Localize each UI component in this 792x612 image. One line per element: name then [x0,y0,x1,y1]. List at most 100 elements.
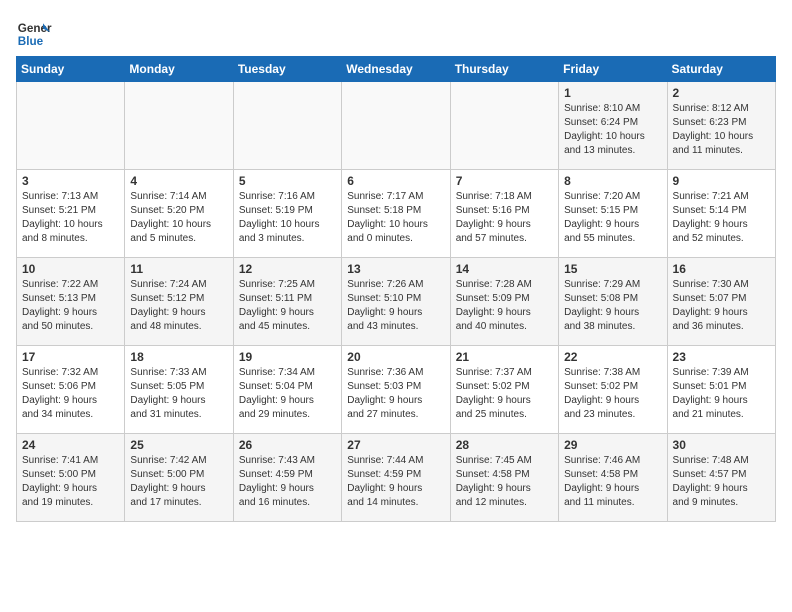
day-number: 4 [130,174,227,188]
day-number: 26 [239,438,336,452]
day-number: 7 [456,174,553,188]
day-number: 1 [564,86,661,100]
day-info: Sunrise: 7:32 AM Sunset: 5:06 PM Dayligh… [22,366,119,422]
day-info: Sunrise: 8:10 AM Sunset: 6:24 PM Dayligh… [564,102,661,158]
calendar-cell: 1 Sunrise: 8:10 AM Sunset: 6:24 PM Daylig… [559,82,667,170]
day-number: 16 [673,262,770,276]
calendar-week-4: 17 Sunrise: 7:32 AM Sunset: 5:06 PM Dayli… [17,346,776,434]
calendar-cell: 13 Sunrise: 7:26 AM Sunset: 5:10 PM Dayli… [342,258,450,346]
day-info: Sunrise: 7:43 AM Sunset: 4:59 PM Dayligh… [239,454,336,510]
calendar-cell: 5 Sunrise: 7:16 AM Sunset: 5:19 PM Daylig… [233,170,341,258]
calendar-cell: 27 Sunrise: 7:44 AM Sunset: 4:59 PM Dayli… [342,434,450,522]
svg-text:Blue: Blue [18,35,44,48]
calendar-cell: 20 Sunrise: 7:36 AM Sunset: 5:03 PM Dayli… [342,346,450,434]
calendar-cell: 18 Sunrise: 7:33 AM Sunset: 5:05 PM Dayli… [125,346,233,434]
calendar-cell: 30 Sunrise: 7:48 AM Sunset: 4:57 PM Dayli… [667,434,775,522]
day-info: Sunrise: 7:39 AM Sunset: 5:01 PM Dayligh… [673,366,770,422]
day-number: 22 [564,350,661,364]
day-info: Sunrise: 7:16 AM Sunset: 5:19 PM Dayligh… [239,190,336,246]
weekday-header-sunday: Sunday [17,57,125,82]
day-number: 20 [347,350,444,364]
day-info: Sunrise: 7:21 AM Sunset: 5:14 PM Dayligh… [673,190,770,246]
calendar-cell: 11Sunrise: 7:24 AM Sunset: 5:12 PM Dayli… [125,258,233,346]
weekday-header-wednesday: Wednesday [342,57,450,82]
day-info: Sunrise: 7:37 AM Sunset: 5:02 PM Dayligh… [456,366,553,422]
calendar-week-1: 1 Sunrise: 8:10 AM Sunset: 6:24 PM Daylig… [17,82,776,170]
day-info: Sunrise: 7:44 AM Sunset: 4:59 PM Dayligh… [347,454,444,510]
day-info: Sunrise: 7:48 AM Sunset: 4:57 PM Dayligh… [673,454,770,510]
day-info: Sunrise: 7:41 AM Sunset: 5:00 PM Dayligh… [22,454,119,510]
day-info: Sunrise: 7:28 AM Sunset: 5:09 PM Dayligh… [456,278,553,334]
calendar-cell: 10Sunrise: 7:22 AM Sunset: 5:13 PM Dayli… [17,258,125,346]
day-number: 18 [130,350,227,364]
day-number: 23 [673,350,770,364]
day-number: 3 [22,174,119,188]
day-info: Sunrise: 7:38 AM Sunset: 5:02 PM Dayligh… [564,366,661,422]
weekday-header-row: SundayMondayTuesdayWednesdayThursdayFrid… [17,57,776,82]
day-number: 27 [347,438,444,452]
day-info: Sunrise: 7:22 AM Sunset: 5:13 PM Dayligh… [22,278,119,334]
calendar-cell: 17 Sunrise: 7:32 AM Sunset: 5:06 PM Dayli… [17,346,125,434]
page-header: General Blue [16,16,776,52]
day-number: 30 [673,438,770,452]
calendar-cell [233,82,341,170]
calendar-cell [450,82,558,170]
day-info: Sunrise: 8:12 AM Sunset: 6:23 PM Dayligh… [673,102,770,158]
day-info: Sunrise: 7:34 AM Sunset: 5:04 PM Dayligh… [239,366,336,422]
day-info: Sunrise: 7:13 AM Sunset: 5:21 PM Dayligh… [22,190,119,246]
day-number: 8 [564,174,661,188]
day-info: Sunrise: 7:29 AM Sunset: 5:08 PM Dayligh… [564,278,661,334]
calendar-cell: 8 Sunrise: 7:20 AM Sunset: 5:15 PM Daylig… [559,170,667,258]
day-info: Sunrise: 7:36 AM Sunset: 5:03 PM Dayligh… [347,366,444,422]
calendar-week-5: 24 Sunrise: 7:41 AM Sunset: 5:00 PM Dayli… [17,434,776,522]
day-info: Sunrise: 7:20 AM Sunset: 5:15 PM Dayligh… [564,190,661,246]
calendar-cell: 6 Sunrise: 7:17 AM Sunset: 5:18 PM Daylig… [342,170,450,258]
day-number: 6 [347,174,444,188]
calendar-cell: 28 Sunrise: 7:45 AM Sunset: 4:58 PM Dayli… [450,434,558,522]
day-number: 12 [239,262,336,276]
day-info: Sunrise: 7:26 AM Sunset: 5:10 PM Dayligh… [347,278,444,334]
day-info: Sunrise: 7:42 AM Sunset: 5:00 PM Dayligh… [130,454,227,510]
calendar-cell: 14Sunrise: 7:28 AM Sunset: 5:09 PM Dayli… [450,258,558,346]
day-info: Sunrise: 7:33 AM Sunset: 5:05 PM Dayligh… [130,366,227,422]
day-number: 2 [673,86,770,100]
day-number: 9 [673,174,770,188]
weekday-header-friday: Friday [559,57,667,82]
day-info: Sunrise: 7:18 AM Sunset: 5:16 PM Dayligh… [456,190,553,246]
weekday-header-tuesday: Tuesday [233,57,341,82]
calendar-body: 1 Sunrise: 8:10 AM Sunset: 6:24 PM Daylig… [17,82,776,522]
day-info: Sunrise: 7:30 AM Sunset: 5:07 PM Dayligh… [673,278,770,334]
calendar-header: SundayMondayTuesdayWednesdayThursdayFrid… [17,57,776,82]
calendar-week-3: 10Sunrise: 7:22 AM Sunset: 5:13 PM Dayli… [17,258,776,346]
day-number: 15 [564,262,661,276]
weekday-header-thursday: Thursday [450,57,558,82]
day-number: 24 [22,438,119,452]
day-number: 17 [22,350,119,364]
day-info: Sunrise: 7:17 AM Sunset: 5:18 PM Dayligh… [347,190,444,246]
day-number: 19 [239,350,336,364]
day-info: Sunrise: 7:46 AM Sunset: 4:58 PM Dayligh… [564,454,661,510]
calendar-cell: 22 Sunrise: 7:38 AM Sunset: 5:02 PM Dayli… [559,346,667,434]
logo-icon: General Blue [16,16,52,52]
calendar-cell: 3 Sunrise: 7:13 AM Sunset: 5:21 PM Daylig… [17,170,125,258]
weekday-header-monday: Monday [125,57,233,82]
weekday-header-saturday: Saturday [667,57,775,82]
calendar-cell: 7 Sunrise: 7:18 AM Sunset: 5:16 PM Daylig… [450,170,558,258]
day-number: 13 [347,262,444,276]
calendar-table: SundayMondayTuesdayWednesdayThursdayFrid… [16,56,776,522]
calendar-cell [125,82,233,170]
day-info: Sunrise: 7:14 AM Sunset: 5:20 PM Dayligh… [130,190,227,246]
calendar-cell [342,82,450,170]
day-number: 5 [239,174,336,188]
calendar-cell: 21Sunrise: 7:37 AM Sunset: 5:02 PM Dayli… [450,346,558,434]
calendar-cell: 15 Sunrise: 7:29 AM Sunset: 5:08 PM Dayli… [559,258,667,346]
day-number: 11 [130,262,227,276]
day-info: Sunrise: 7:45 AM Sunset: 4:58 PM Dayligh… [456,454,553,510]
day-number: 25 [130,438,227,452]
calendar-cell: 24 Sunrise: 7:41 AM Sunset: 5:00 PM Dayli… [17,434,125,522]
calendar-cell: 19 Sunrise: 7:34 AM Sunset: 5:04 PM Dayli… [233,346,341,434]
calendar-cell: 9 Sunrise: 7:21 AM Sunset: 5:14 PM Daylig… [667,170,775,258]
day-number: 28 [456,438,553,452]
calendar-cell: 16 Sunrise: 7:30 AM Sunset: 5:07 PM Dayli… [667,258,775,346]
calendar-cell [17,82,125,170]
